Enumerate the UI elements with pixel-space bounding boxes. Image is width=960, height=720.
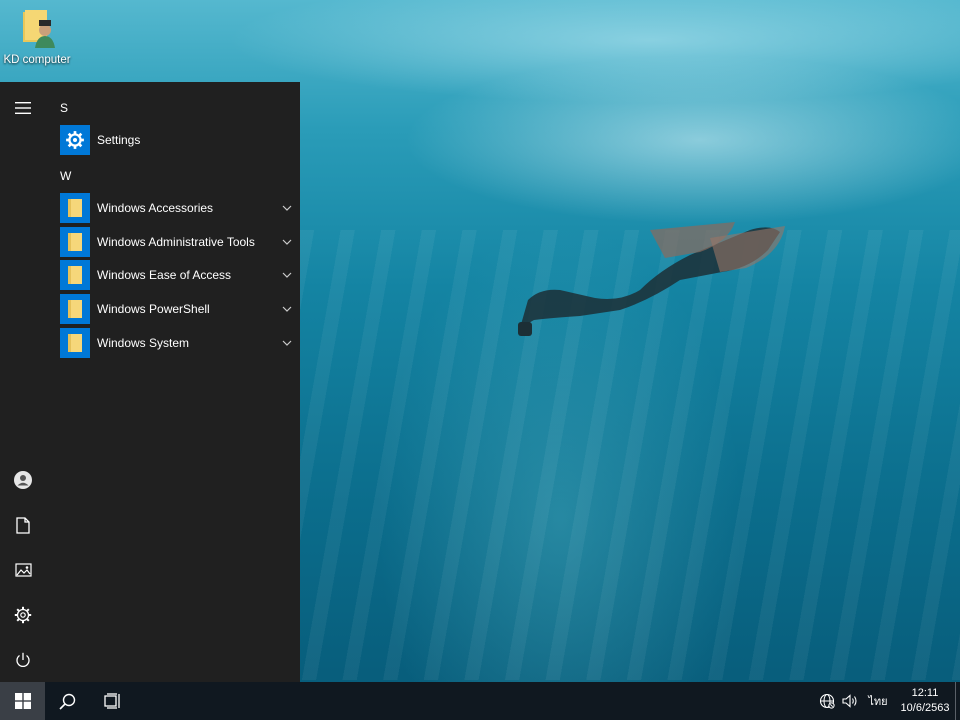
app-item-label: Windows PowerShell [97, 302, 210, 316]
app-tile [60, 193, 90, 223]
taskbar-clock[interactable]: 12:11 10/6/2563 [896, 686, 954, 716]
folder-icon [68, 334, 82, 352]
network-globe-icon [819, 693, 835, 709]
expand-menu-button[interactable] [0, 86, 46, 130]
app-tile [60, 294, 90, 324]
task-view-button[interactable] [90, 682, 135, 720]
hamburger-menu-icon [15, 102, 31, 114]
power-icon [16, 652, 30, 667]
app-item-label: Windows Ease of Access [97, 268, 232, 282]
app-item-settings[interactable]: Settings [60, 124, 294, 156]
chevron-down-icon[interactable] [280, 201, 294, 215]
documents-icon [16, 516, 30, 534]
show-desktop-button[interactable] [955, 682, 960, 720]
documents-button[interactable] [0, 503, 46, 547]
group-header-s[interactable]: S [60, 101, 68, 115]
app-item-windows-administrative-tools[interactable]: Windows Administrative Tools [60, 226, 294, 258]
folder-icon [68, 300, 82, 318]
chevron-down-icon[interactable] [280, 302, 294, 316]
clock-time: 12:11 [911, 687, 939, 699]
gear-icon [66, 131, 84, 149]
settings-button[interactable] [0, 593, 46, 637]
start-menu-rail [0, 82, 46, 682]
taskbar: ไทย 12:11 10/6/2563 [0, 682, 960, 720]
windows-start-icon [14, 693, 31, 709]
folder-icon [68, 233, 82, 251]
input-language-indicator[interactable]: ไทย [866, 682, 890, 720]
app-item-windows-system[interactable]: Windows System [60, 327, 294, 359]
app-item-label: Settings [97, 133, 141, 147]
start-button[interactable] [0, 682, 45, 720]
clock-date: 10/6/2563 [900, 702, 950, 714]
group-header-w[interactable]: W [60, 169, 71, 183]
user-account-button[interactable] [0, 458, 46, 502]
app-item-label: Windows System [97, 336, 190, 350]
app-item-windows-powershell[interactable]: Windows PowerShell [60, 293, 294, 325]
app-item-label: Windows Accessories [97, 201, 214, 215]
folder-icon [68, 266, 82, 284]
desktop-icon-label: KD computer [3, 54, 71, 66]
desktop-icon-kd-computer[interactable]: KD computer [2, 8, 72, 74]
network-button[interactable] [816, 682, 838, 720]
app-item-label: Windows Administrative Tools [97, 235, 255, 249]
folder-icon [68, 199, 82, 217]
app-tile [60, 328, 90, 358]
user-folder-icon [19, 8, 55, 50]
start-menu: S Settings W Windows Accessories Windows… [0, 82, 300, 682]
app-item-windows-ease-of-access[interactable]: Windows Ease of Access [60, 259, 294, 291]
chevron-down-icon[interactable] [280, 336, 294, 350]
pictures-button[interactable] [0, 548, 46, 592]
chevron-down-icon[interactable] [280, 235, 294, 249]
search-button[interactable] [45, 682, 90, 720]
pictures-icon [14, 563, 32, 577]
user-account-icon [14, 471, 32, 489]
power-button[interactable] [0, 638, 46, 682]
app-tile [60, 260, 90, 290]
settings-gear-icon [14, 606, 32, 624]
search-icon [59, 693, 76, 710]
app-tile [60, 227, 90, 257]
volume-icon [841, 694, 857, 708]
app-item-windows-accessories[interactable]: Windows Accessories [60, 192, 294, 224]
app-tile [60, 125, 90, 155]
diver-illustration [518, 222, 785, 336]
task-view-icon [103, 693, 120, 709]
chevron-down-icon[interactable] [280, 268, 294, 282]
volume-button[interactable] [839, 682, 861, 720]
